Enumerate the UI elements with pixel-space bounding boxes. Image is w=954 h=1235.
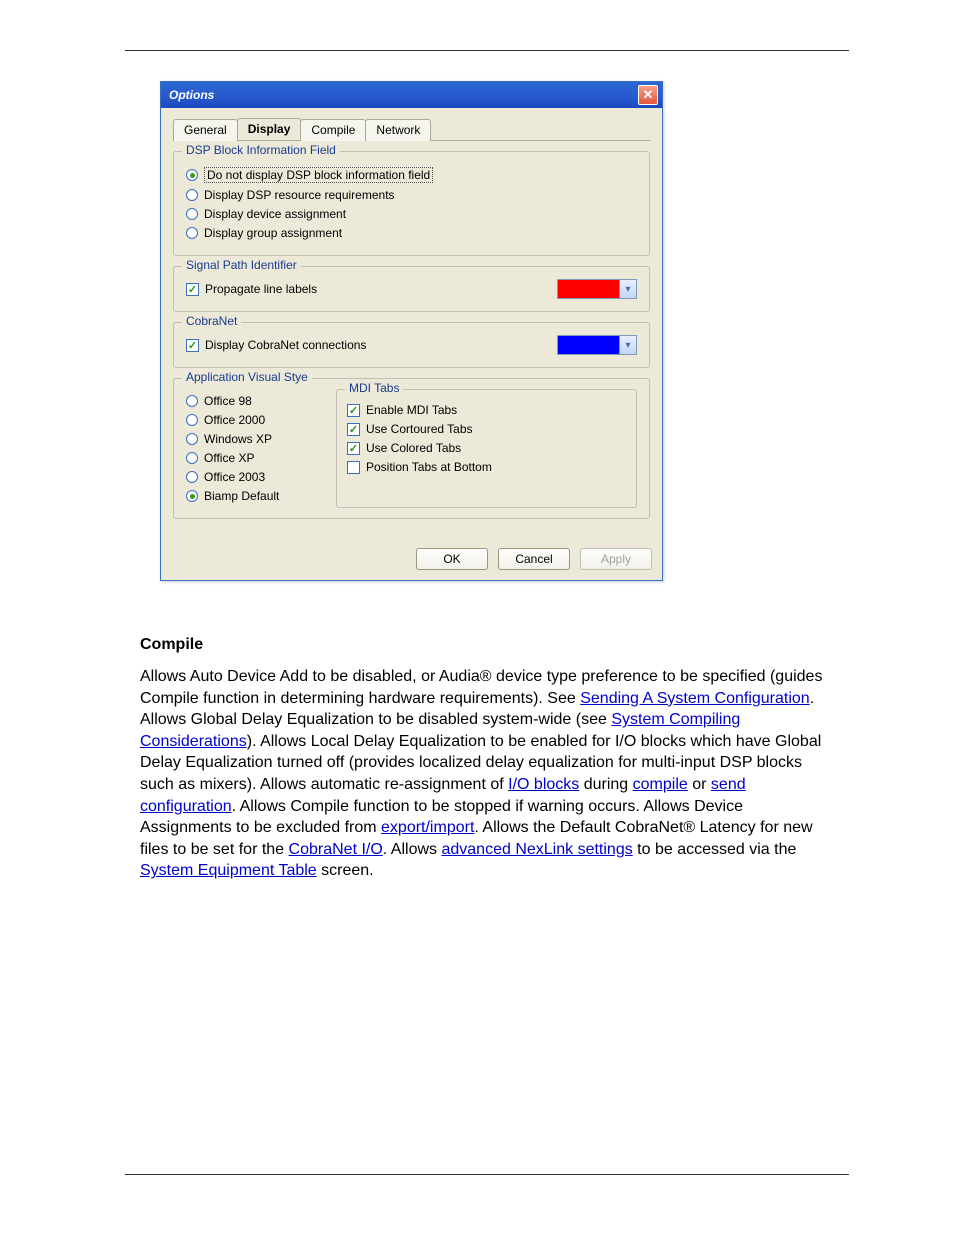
radio-icon	[186, 471, 198, 483]
apply-button: Apply	[580, 548, 652, 570]
mdi-bottom[interactable]: Position Tabs at Bottom	[347, 460, 626, 474]
color-swatch-blue	[558, 336, 619, 354]
mdi-enable[interactable]: Enable MDI Tabs	[347, 403, 626, 417]
mdi-colored[interactable]: Use Colored Tabs	[347, 441, 626, 455]
group-cobranet: CobraNet Display CobraNet connections ▾	[173, 322, 650, 368]
compile-paragraph: Allows Auto Device Add to be disabled, o…	[140, 666, 834, 882]
tab-general[interactable]: General	[173, 119, 238, 141]
radio-icon	[186, 395, 198, 407]
text-audia: Audia	[439, 668, 480, 685]
link-export-import[interactable]: export/import	[381, 819, 474, 836]
titlebar[interactable]: Options ✕	[161, 82, 662, 108]
label: Office XP	[204, 451, 254, 465]
radio-icon	[186, 452, 198, 464]
link-sending-config[interactable]: Sending A System Configuration	[580, 690, 809, 707]
label-cn: Display CobraNet connections	[205, 338, 366, 352]
group-mdi: MDI Tabs Enable MDI Tabs Use Cortoured T…	[336, 389, 637, 508]
radio-icon	[186, 414, 198, 426]
spi-check[interactable]: Propagate line labels	[186, 282, 317, 296]
label-spi: Propagate line labels	[205, 282, 317, 296]
group-signal-path: Signal Path Identifier Propagate line la…	[173, 266, 650, 312]
text: screen.	[317, 862, 374, 879]
link-advanced-nexlink[interactable]: advanced NexLink settings	[441, 841, 632, 858]
label: Position Tabs at Bottom	[366, 460, 492, 474]
label-dsp-req: Display DSP resource requirements	[204, 188, 395, 202]
spi-color-combo[interactable]: ▾	[557, 279, 637, 299]
dsp-radio-group[interactable]: Display group assignment	[186, 226, 637, 240]
radio-icon	[186, 189, 198, 201]
avs-office98[interactable]: Office 98	[186, 394, 316, 408]
options-dialog: Options ✕ General Display Compile Networ…	[160, 81, 663, 581]
checkbox-icon	[347, 404, 360, 417]
text: . Allows	[383, 841, 442, 858]
checkbox-icon	[347, 423, 360, 436]
label-dsp-dev: Display device assignment	[204, 207, 346, 221]
color-swatch-red	[558, 280, 619, 298]
text: or	[688, 776, 711, 793]
checkbox-icon	[347, 461, 360, 474]
label: Use Cortoured Tabs	[366, 422, 473, 436]
legend-spi: Signal Path Identifier	[182, 258, 301, 272]
group-visual-style: Application Visual Stye Office 98 Office…	[173, 378, 650, 519]
avs-officexp[interactable]: Office XP	[186, 451, 316, 465]
chevron-down-icon: ▾	[619, 280, 636, 298]
section-header-compile: Compile	[140, 636, 834, 654]
checkbox-icon	[186, 339, 199, 352]
link-equipment-table[interactable]: System Equipment Table	[140, 862, 317, 879]
mdi-contour[interactable]: Use Cortoured Tabs	[347, 422, 626, 436]
link-io-blocks[interactable]: I/O blocks	[508, 776, 579, 793]
dsp-radio-none[interactable]: Do not display DSP block information fie…	[186, 167, 637, 183]
radio-icon	[186, 227, 198, 239]
ok-button[interactable]: OK	[416, 548, 488, 570]
tab-display[interactable]: Display	[237, 118, 302, 140]
cancel-button[interactable]: Cancel	[498, 548, 570, 570]
legend-avs: Application Visual Stye	[182, 370, 312, 384]
cn-row: Display CobraNet connections ▾	[186, 333, 637, 357]
text: during	[579, 776, 632, 793]
label-dsp-none: Do not display DSP block information fie…	[204, 167, 433, 183]
dialog-body: General Display Compile Network DSP Bloc…	[161, 108, 662, 541]
label-dsp-group: Display group assignment	[204, 226, 342, 240]
avs-office2003[interactable]: Office 2003	[186, 470, 316, 484]
link-cobranet-io[interactable]: CobraNet I/O	[289, 841, 383, 858]
cn-check[interactable]: Display CobraNet connections	[186, 338, 366, 352]
legend-cobranet: CobraNet	[182, 314, 241, 328]
chevron-down-icon: ▾	[619, 336, 636, 354]
cn-color-combo[interactable]: ▾	[557, 335, 637, 355]
close-icon: ✕	[643, 87, 654, 103]
avs-winxp[interactable]: Windows XP	[186, 432, 316, 446]
radio-icon	[186, 433, 198, 445]
avs-office2000[interactable]: Office 2000	[186, 413, 316, 427]
label: Windows XP	[204, 432, 272, 446]
label: Office 98	[204, 394, 252, 408]
text: to be accessed via the	[633, 841, 797, 858]
legend-dsp: DSP Block Information Field	[182, 143, 340, 157]
label: Office 2000	[204, 413, 265, 427]
tab-compile[interactable]: Compile	[300, 119, 366, 141]
avs-biamp[interactable]: Biamp Default	[186, 489, 316, 503]
dialog-buttons: OK Cancel Apply	[161, 541, 662, 580]
spi-row: Propagate line labels ▾	[186, 277, 637, 301]
radio-icon	[186, 208, 198, 220]
tabs: General Display Compile Network	[173, 118, 650, 141]
checkbox-icon	[186, 283, 199, 296]
group-dsp-info: DSP Block Information Field Do not displ…	[173, 151, 650, 256]
checkbox-icon	[347, 442, 360, 455]
label: Use Colored Tabs	[366, 441, 461, 455]
link-compile[interactable]: compile	[633, 776, 688, 793]
radio-icon	[186, 490, 198, 502]
dsp-radio-dev[interactable]: Display device assignment	[186, 207, 637, 221]
avs-radios: Office 98 Office 2000 Windows XP Office …	[186, 389, 316, 508]
close-button[interactable]: ✕	[638, 85, 658, 105]
label: Biamp Default	[204, 489, 279, 503]
label: Office 2003	[204, 470, 265, 484]
radio-icon	[186, 169, 198, 181]
tab-network[interactable]: Network	[365, 119, 431, 141]
label: Enable MDI Tabs	[366, 403, 457, 417]
legend-mdi: MDI Tabs	[345, 381, 403, 395]
dialog-title: Options	[169, 88, 214, 102]
dsp-radio-req[interactable]: Display DSP resource requirements	[186, 188, 637, 202]
text: Allows Auto Device Add to be disabled, o…	[140, 668, 439, 685]
